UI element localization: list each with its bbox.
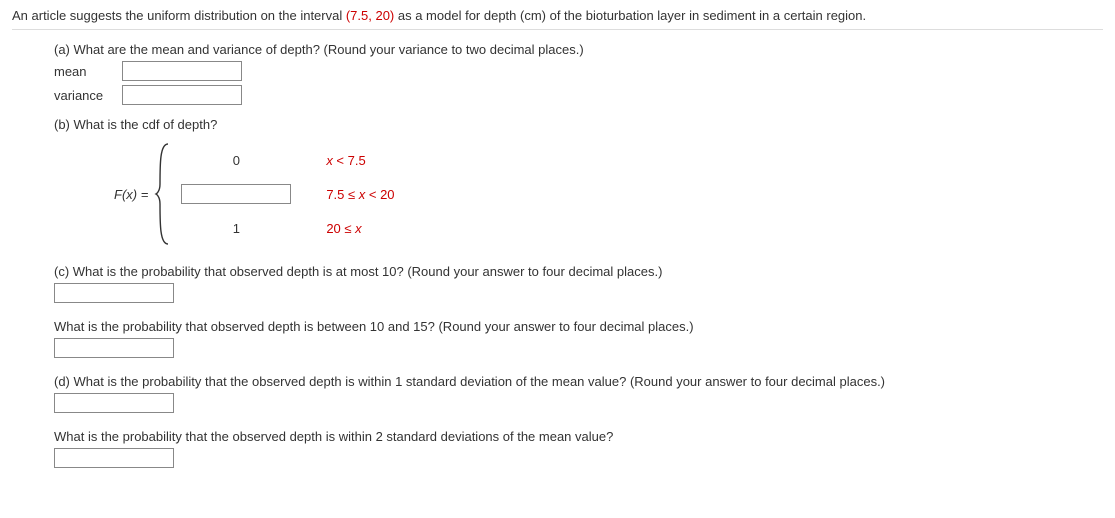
part-b-prompt: (b) What is the cdf of depth? [54, 117, 1103, 132]
cdf-val-1: 0 [176, 153, 296, 168]
intro-after: as a model for depth (cm) of the bioturb… [394, 8, 866, 23]
part-a: (a) What are the mean and variance of de… [54, 42, 1103, 105]
part-d-input-2[interactable] [54, 448, 174, 468]
variance-input[interactable] [122, 85, 242, 105]
fx-label: F(x) = [114, 187, 148, 202]
mean-input[interactable] [122, 61, 242, 81]
part-c-q2: What is the probability that observed de… [54, 319, 1103, 334]
cdf-cond-3: 20 ≤ x [326, 221, 361, 236]
part-c-input-1[interactable] [54, 283, 174, 303]
part-a-prompt: (a) What are the mean and variance of de… [54, 42, 1103, 57]
intro-before: An article suggests the uniform distribu… [12, 8, 346, 23]
cdf-cond-2: 7.5 ≤ x < 20 [326, 187, 394, 202]
cdf-case-3: 1 20 ≤ x [176, 211, 394, 245]
cdf-case-2: 7.5 ≤ x < 20 [176, 177, 394, 211]
variance-label: variance [54, 88, 122, 103]
part-c-q1: (c) What is the probability that observe… [54, 264, 1103, 279]
part-d-q1: (d) What is the probability that the obs… [54, 374, 1103, 389]
part-b: (b) What is the cdf of depth? F(x) = 0 x… [54, 117, 1103, 246]
part-d: (d) What is the probability that the obs… [54, 374, 1103, 468]
cdf-middle-input[interactable] [181, 184, 291, 204]
part-d-q2: What is the probability that the observe… [54, 429, 1103, 444]
interval-value: (7.5, 20) [346, 8, 394, 23]
intro-text: An article suggests the uniform distribu… [12, 8, 1103, 30]
cdf-cond-1: x < 7.5 [326, 153, 365, 168]
part-d-input-1[interactable] [54, 393, 174, 413]
mean-label: mean [54, 64, 122, 79]
cdf-case-1: 0 x < 7.5 [176, 143, 394, 177]
part-c-input-2[interactable] [54, 338, 174, 358]
cdf-val-3: 1 [176, 221, 296, 236]
part-c: (c) What is the probability that observe… [54, 264, 1103, 358]
left-brace-icon [154, 142, 172, 246]
